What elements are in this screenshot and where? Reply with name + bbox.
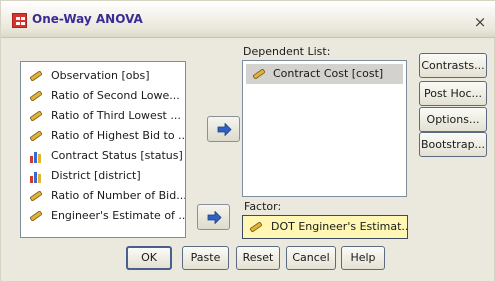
close-icon[interactable]: × — [473, 15, 487, 30]
arrow-right-icon — [207, 211, 222, 224]
list-item-label: Ratio of Third Lowest ... — [51, 109, 181, 122]
list-item-label: Contract Status [status] — [51, 149, 183, 162]
list-item-label: District [district] — [51, 169, 141, 182]
scale-ruler-icon — [252, 69, 266, 79]
factor-field[interactable]: DOT Engineer's Estimat... — [242, 215, 408, 239]
list-item-label: Ratio of Highest Bid to ... — [51, 129, 185, 142]
scale-ruler-icon — [249, 222, 263, 232]
list-item[interactable]: Ratio of Number of Bid... — [21, 186, 185, 206]
cancel-button[interactable]: Cancel — [286, 246, 336, 270]
scale-ruler-icon — [29, 211, 43, 221]
bootstrap-button[interactable]: Bootstrap... — [419, 132, 487, 157]
move-to-factor-button[interactable] — [197, 204, 230, 230]
window-title: One-Way ANOVA — [32, 12, 143, 26]
post-hoc-button[interactable]: Post Hoc... — [419, 81, 487, 106]
dependent-item-label: Contract Cost [cost] — [273, 67, 384, 80]
scale-ruler-icon — [29, 71, 43, 81]
list-item-label: Ratio of Second Lowe... — [51, 89, 180, 102]
options-button[interactable]: Options... — [419, 107, 487, 132]
scale-ruler-icon — [29, 111, 43, 121]
paste-button[interactable]: Paste — [182, 246, 229, 270]
list-item[interactable]: Ratio of Second Lowe... — [21, 86, 185, 106]
dependent-list-item[interactable]: Contract Cost [cost] — [246, 64, 403, 84]
move-to-dependent-button[interactable] — [207, 116, 240, 142]
list-item-label: Observation [obs] — [51, 69, 150, 82]
reset-button[interactable]: Reset — [236, 246, 280, 270]
list-item[interactable]: Ratio of Highest Bid to ... — [21, 126, 185, 146]
nominal-bars-icon — [30, 152, 41, 163]
scale-ruler-icon — [29, 91, 43, 101]
list-item[interactable]: Engineer's Estimate of ... — [21, 206, 185, 226]
list-item[interactable]: Observation [obs] — [21, 66, 185, 86]
list-item[interactable]: Contract Status [status] — [21, 146, 185, 166]
list-item-label: Ratio of Number of Bid... — [51, 189, 185, 202]
one-way-anova-dialog: One-Way ANOVA × Observation [obs] Ratio … — [0, 0, 495, 282]
help-button[interactable]: Help — [341, 246, 385, 270]
list-item[interactable]: Ratio of Third Lowest ... — [21, 106, 185, 126]
ok-button[interactable]: OK — [126, 246, 172, 270]
factor-item[interactable]: DOT Engineer's Estimat... — [243, 216, 407, 238]
factor-label: Factor: — [244, 200, 282, 213]
arrow-right-icon — [217, 123, 232, 136]
list-item[interactable]: District [district] — [21, 166, 185, 186]
title-bar[interactable]: One-Way ANOVA × — [1, 1, 495, 38]
list-item-label: Engineer's Estimate of ... — [51, 209, 185, 222]
spss-app-icon — [12, 13, 27, 28]
contrasts-button[interactable]: Contrasts... — [419, 53, 487, 78]
factor-value: DOT Engineer's Estimat... — [271, 220, 407, 233]
source-variable-list[interactable]: Observation [obs] Ratio of Second Lowe..… — [20, 61, 186, 238]
scale-ruler-icon — [29, 191, 43, 201]
dependent-list[interactable]: Contract Cost [cost] — [242, 60, 407, 197]
scale-ruler-icon — [29, 131, 43, 141]
dependent-list-label: Dependent List: — [243, 45, 331, 58]
nominal-bars-icon — [30, 172, 41, 183]
